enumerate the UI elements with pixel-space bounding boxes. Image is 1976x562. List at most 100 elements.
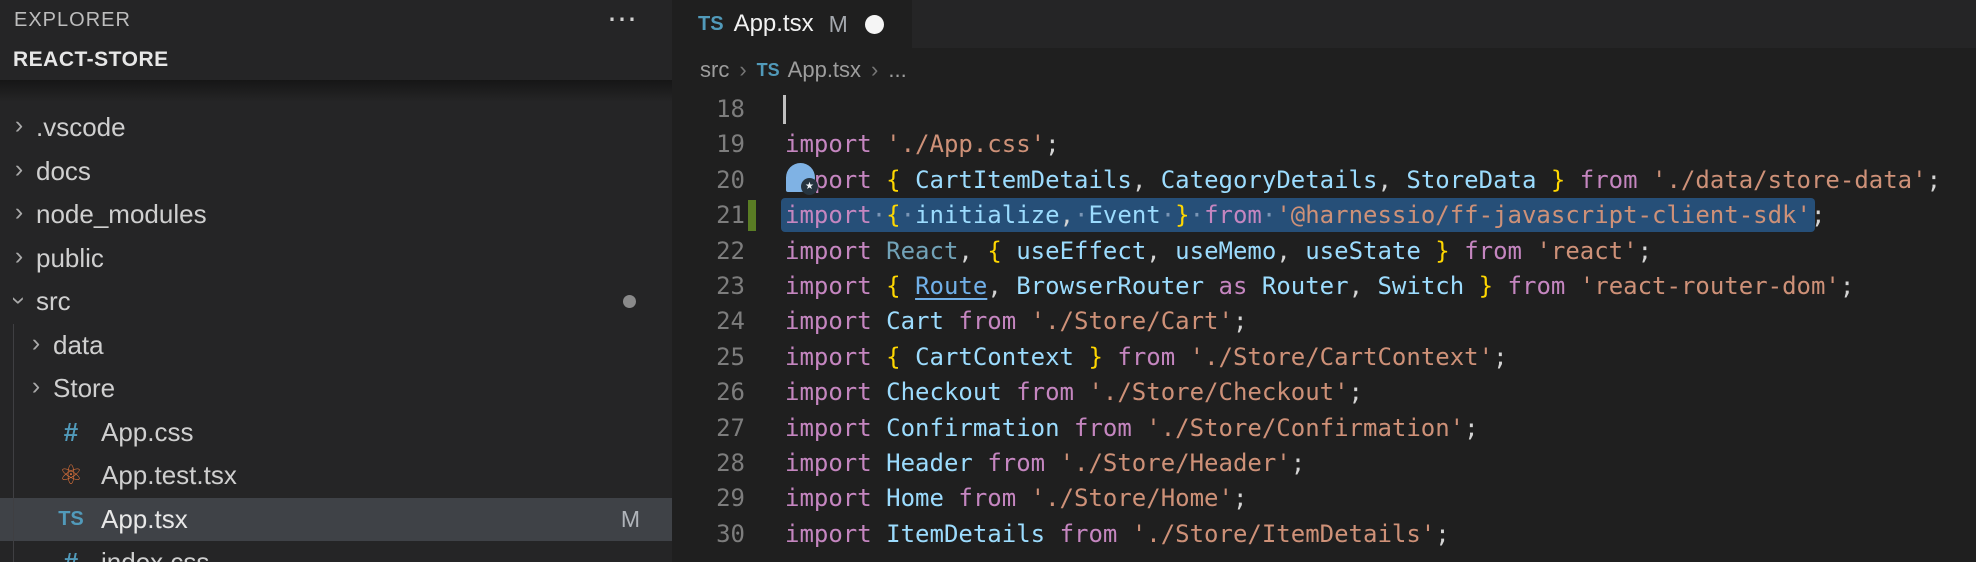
project-name: REACT-STORE <box>13 48 169 72</box>
project-section-header[interactable]: REACT-STORE <box>0 40 672 80</box>
tab-label: App.tsx <box>734 10 814 38</box>
tree-item-label: App.css <box>101 417 194 448</box>
tree-item-label: node_modules <box>36 199 207 230</box>
line-number: 19 <box>672 127 745 162</box>
tree-item-label: public <box>36 243 104 274</box>
text-cursor <box>783 95 786 124</box>
code-text: import { Route, BrowserRouter as Router,… <box>785 269 1854 304</box>
explorer-sidebar: EXPLORER ⋯ REACT-STORE ›.vscode›docs›nod… <box>0 0 672 562</box>
react-file-icon: ⚛ <box>49 460 93 491</box>
code-text: import './App.css'; <box>785 127 1060 162</box>
tab-app-tsx[interactable]: TS App.tsx M <box>672 0 912 48</box>
git-modified-badge: M <box>621 506 640 533</box>
tree-item-app-tsx[interactable]: TS App.tsx M <box>0 498 672 542</box>
ts-file-icon: TS <box>698 13 724 36</box>
ts-file-icon: TS <box>49 508 93 531</box>
tree-item-label: docs <box>36 156 91 187</box>
git-modified-dot-icon <box>623 295 636 308</box>
code-line-20[interactable]: 20 import { CartItemDetails, CategoryDeta… <box>672 163 1976 198</box>
line-number: 23 <box>672 269 745 304</box>
code-line-24[interactable]: 24 import Cart from './Store/Cart'; <box>672 304 1976 339</box>
chevron-right-icon: › <box>6 242 32 271</box>
code-text: import Header from './Store/Header'; <box>785 446 1305 481</box>
code-text: import { CartItemDetails, CategoryDetail… <box>785 163 1941 198</box>
code-line-29[interactable]: 29 import Home from './Store/Home'; <box>672 481 1976 516</box>
tree-item-app-css[interactable]: # App.css <box>0 411 672 455</box>
chevron-right-icon: › <box>23 329 49 358</box>
code-text: import React, { useEffect, useMemo, useS… <box>785 234 1652 269</box>
tree-item-label: Store <box>53 373 115 404</box>
chevron-right-icon: › <box>871 57 878 83</box>
line-number: 29 <box>672 481 745 516</box>
code-text: import { CartContext } from './Store/Car… <box>785 340 1508 375</box>
line-number: 27 <box>672 411 745 446</box>
chevron-down-icon: › <box>5 288 34 314</box>
ts-file-icon: TS <box>757 60 780 81</box>
dirty-dot-icon[interactable] <box>865 15 884 34</box>
code-line-28[interactable]: 28 import Header from './Store/Header'; <box>672 446 1976 481</box>
editor-group: TS App.tsx M src › TS App.tsx › ... 1819… <box>672 0 1976 562</box>
tree-item-label: src <box>36 286 71 317</box>
line-number: 21 <box>672 198 745 233</box>
chevron-right-icon: › <box>6 198 32 227</box>
tree-item-node-modules[interactable]: ›node_modules <box>0 193 672 237</box>
tree-item-docs[interactable]: ›docs <box>0 150 672 194</box>
code-line-23[interactable]: 23 import { Route, BrowserRouter as Route… <box>672 269 1976 304</box>
text-selection: import·{·initialize,·Event·}·from·'@harn… <box>781 198 1815 232</box>
tab-bar: TS App.tsx M <box>672 0 1976 48</box>
line-number: 24 <box>672 304 745 339</box>
code-line-30[interactable]: 30 import ItemDetails from './Store/ItemD… <box>672 517 1976 552</box>
tree-item-index-css[interactable]: # index.css <box>0 541 672 562</box>
code-text: import·{·initialize,·Event·}·from·'@harn… <box>785 198 1825 233</box>
file-tree: ›.vscode›docs›node_modules›public›src›da… <box>0 106 672 562</box>
tree-item-app-test-tsx[interactable]: ⚛ App.test.tsx <box>0 454 672 498</box>
line-number: 25 <box>672 340 745 375</box>
breadcrumb: src › TS App.tsx › ... <box>672 48 1976 92</box>
code-line-21[interactable]: 21 import·{·initialize,·Event·}·from·'@ha… <box>672 198 1976 233</box>
tree-item-label: .vscode <box>36 112 126 143</box>
code-text: import Checkout from './Store/Checkout'; <box>785 375 1363 410</box>
breadcrumb-item-src[interactable]: src <box>700 57 729 83</box>
breadcrumb-item-file[interactable]: App.tsx <box>788 57 861 83</box>
tree-item-data[interactable]: ›data <box>0 324 672 368</box>
code-line-25[interactable]: 25 import { CartContext } from './Store/C… <box>672 340 1976 375</box>
code-line-27[interactable]: 27 import Confirmation from './Store/Conf… <box>672 411 1976 446</box>
tree-item-src[interactable]: ›src <box>0 280 672 324</box>
code-editor[interactable]: 1819 import './App.css'; 20 import { CartIt… <box>672 92 1976 552</box>
line-number: 22 <box>672 234 745 269</box>
chevron-right-icon: › <box>23 372 49 401</box>
css-file-icon: # <box>49 547 93 562</box>
code-line-18[interactable]: 18 <box>672 92 1976 127</box>
breadcrumb-item-symbol[interactable]: ... <box>888 57 906 83</box>
tree-item--vscode[interactable]: ›.vscode <box>0 106 672 150</box>
chevron-right-icon: › <box>6 155 32 184</box>
line-number: 26 <box>672 375 745 410</box>
code-text: import Home from './Store/Home'; <box>785 481 1247 516</box>
line-number: 20 <box>672 163 745 198</box>
tree-item-store[interactable]: ›Store <box>0 367 672 411</box>
line-number: 30 <box>672 517 745 552</box>
git-change-gutter-bar <box>748 200 756 231</box>
line-number: 28 <box>672 446 745 481</box>
code-line-22[interactable]: 22 import React, { useEffect, useMemo, us… <box>672 234 1976 269</box>
more-actions-icon[interactable]: ⋯ <box>607 10 640 30</box>
code-text: import Confirmation from './Store/Confir… <box>785 411 1479 446</box>
tree-item-label: data <box>53 330 104 361</box>
tree-item-label: App.tsx <box>101 504 188 535</box>
code-text: import ItemDetails from './Store/ItemDet… <box>785 517 1450 552</box>
scroll-shadow <box>0 80 672 102</box>
collab-cursor-icon[interactable]: ★ <box>786 163 815 192</box>
vscode-window: EXPLORER ⋯ REACT-STORE ›.vscode›docs›nod… <box>0 0 1976 562</box>
explorer-header: EXPLORER ⋯ <box>0 0 672 40</box>
code-line-26[interactable]: 26 import Checkout from './Store/Checkout… <box>672 375 1976 410</box>
tree-item-label: index.css <box>101 547 209 562</box>
star-badge-icon: ★ <box>801 178 818 195</box>
css-file-icon: # <box>49 417 93 448</box>
chevron-right-icon: › <box>6 111 32 140</box>
tree-item-label: App.test.tsx <box>101 460 237 491</box>
tree-indent-guide <box>13 324 14 562</box>
chevron-right-icon: › <box>739 57 746 83</box>
tree-item-public[interactable]: ›public <box>0 237 672 281</box>
code-line-19[interactable]: 19 import './App.css'; <box>672 127 1976 162</box>
code-text: import Cart from './Store/Cart'; <box>785 304 1247 339</box>
